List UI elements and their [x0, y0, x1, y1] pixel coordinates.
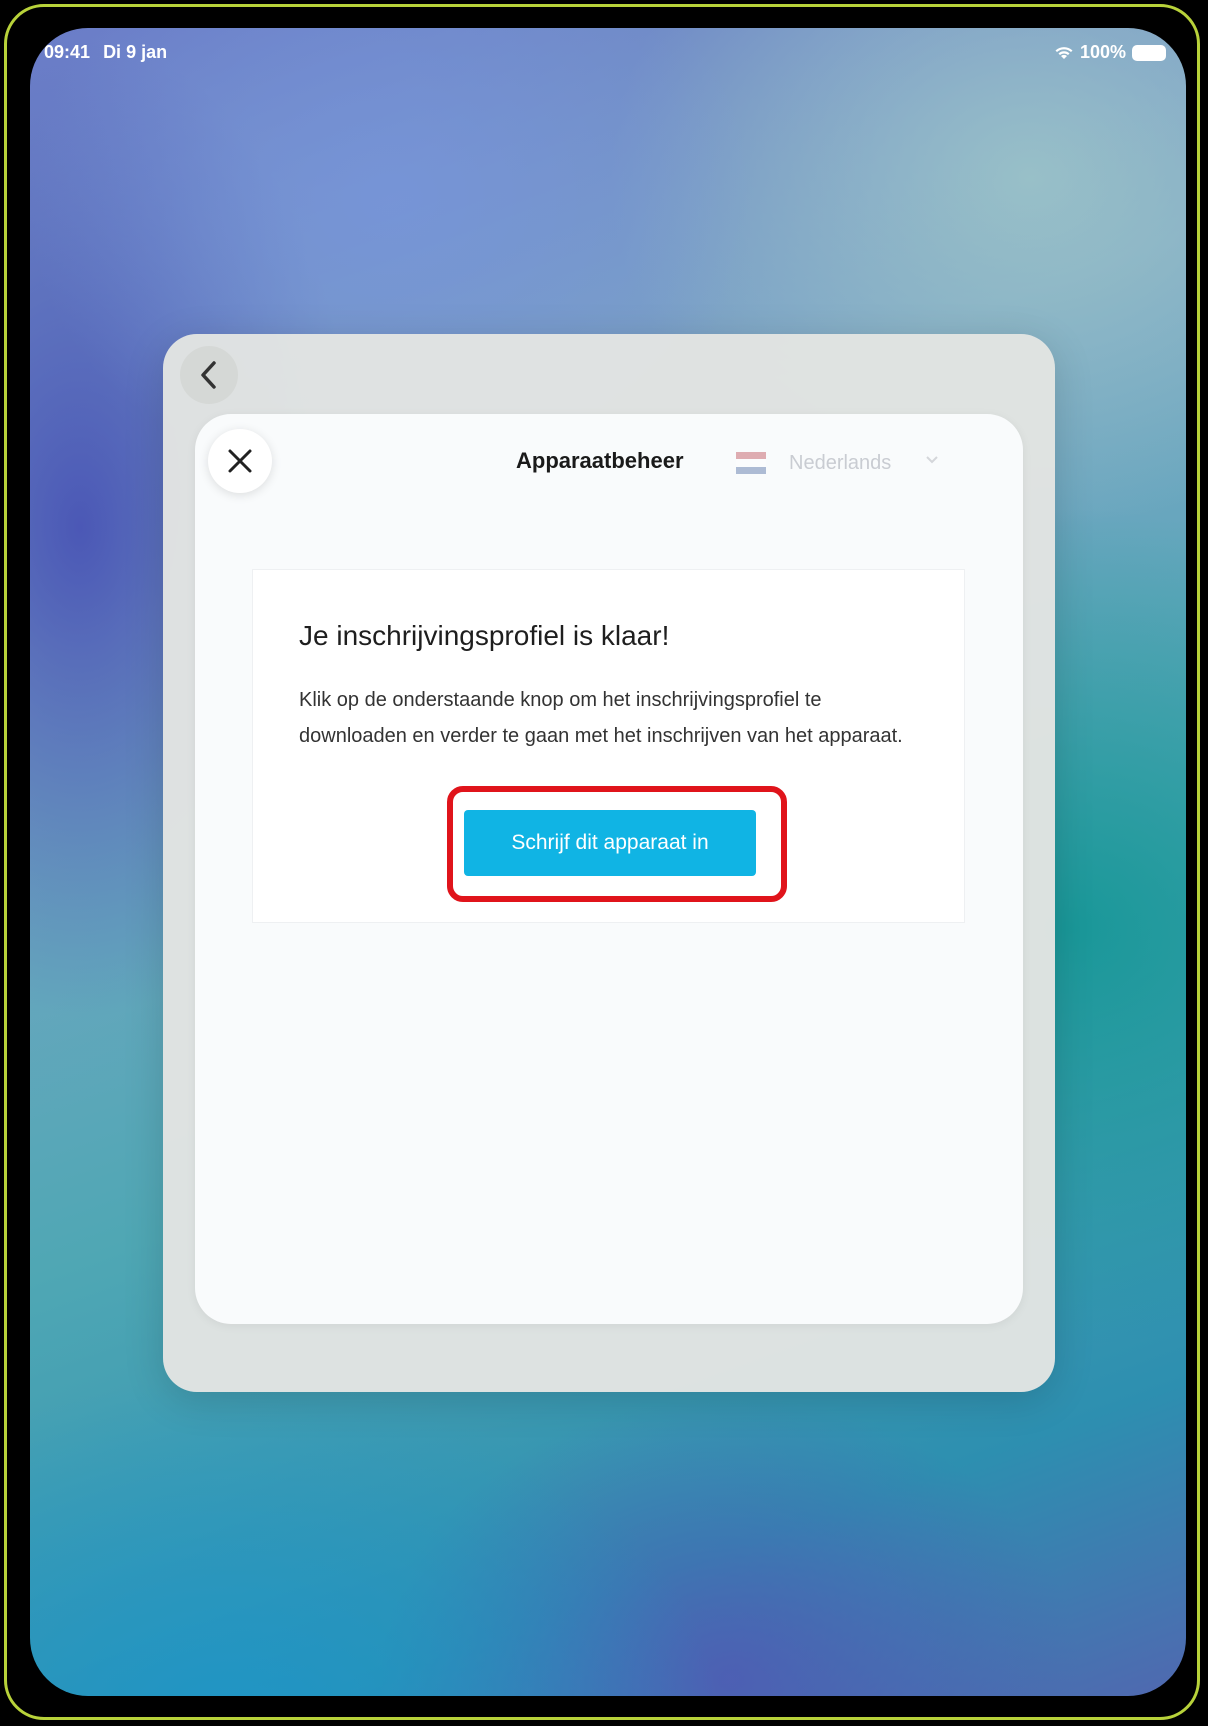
enroll-device-button[interactable]: Schrijf dit apparaat in: [464, 810, 756, 876]
status-date: Di 9 jan: [103, 42, 168, 62]
chevron-down-icon[interactable]: [925, 452, 939, 471]
status-time-date: 09:41 Di 9 jan: [44, 42, 167, 63]
status-indicators: 100%: [1054, 42, 1166, 63]
card-heading: Je inschrijvingsprofiel is klaar!: [299, 620, 670, 651]
device-frame: 09:41 Di 9 jan 100% Apparaatbeheer Neder…: [0, 0, 1208, 1726]
close-icon: [228, 449, 252, 473]
status-bar: 09:41 Di 9 jan 100%: [30, 28, 1186, 72]
wifi-icon: [1055, 46, 1073, 59]
netherlands-flag-icon[interactable]: [736, 452, 766, 474]
chevron-left-icon: [201, 361, 216, 389]
status-time: 09:41: [44, 42, 91, 62]
enrollment-card: Je inschrijvingsprofiel is klaar! Klik o…: [252, 569, 965, 923]
close-button[interactable]: [208, 429, 272, 493]
language-selector[interactable]: Nederlands: [789, 452, 891, 475]
enrollment-sheet: Apparaatbeheer Nederlands Je inschrijvin…: [195, 414, 1023, 1324]
battery-icon: [1132, 44, 1166, 61]
back-button[interactable]: [180, 346, 238, 404]
page-title: Apparaatbeheer: [516, 448, 684, 473]
card-description: Klik op de onderstaande knop om het insc…: [299, 689, 903, 747]
battery-percentage: 100%: [1079, 42, 1126, 62]
